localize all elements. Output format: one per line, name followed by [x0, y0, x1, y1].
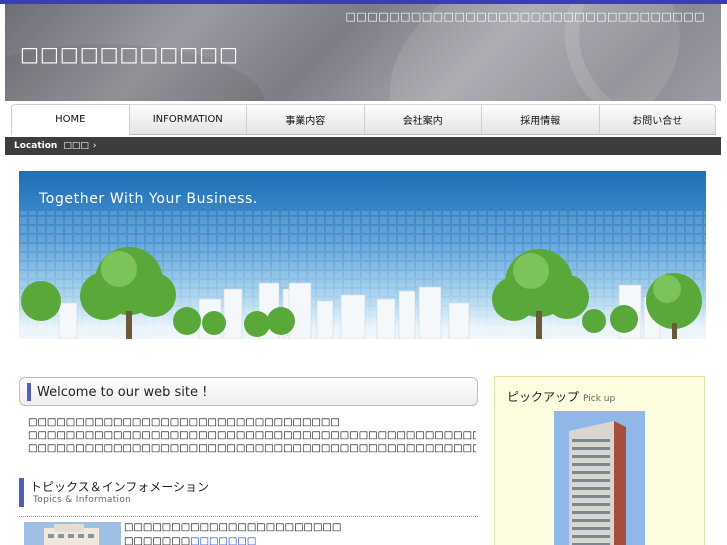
topic-item-label: □□□□□□□: [124, 536, 191, 545]
breadcrumb-label: Location: [14, 141, 58, 151]
pickup-heading: ピックアップ Pick up: [507, 388, 615, 405]
main-nav: HOME INFORMATION 事業内容 会社案内 採用情報 お問い合せ: [11, 104, 716, 135]
site-header: □□□□□□□□□□□□□□□□□□□□□□□□□□□□□□□□□ □□□□□□…: [5, 4, 721, 101]
breadcrumb: Location □□□ ›: [5, 137, 721, 155]
welcome-title: Welcome to our web site !: [37, 385, 208, 400]
heading-accent-bar: [27, 383, 31, 401]
divider: [19, 516, 478, 517]
pickup-title: ピックアップ: [507, 390, 580, 404]
topic-item-text: □□□□□□□□□□□□□□□□□□□□□□□: [124, 522, 342, 533]
intro-line: □□□□□□□□□□□□□□□□□□□□□□□□□□□□□□□□□□□□□□□□…: [28, 430, 476, 441]
heading-accent-bar: [19, 478, 24, 507]
topic-item-row: □□□□□□□□□□□□□□: [124, 536, 256, 545]
intro-text: □□□□□□□□□□□□□□□□□□□□□□□□□□□□□□□□□ □□□□□□…: [28, 416, 476, 455]
pickup-subtitle: Pick up: [583, 394, 616, 404]
hero-banner: Together With Your Business.: [19, 171, 706, 367]
nav-tab-information[interactable]: INFORMATION: [128, 104, 246, 135]
intro-line: □□□□□□□□□□□□□□□□□□□□□□□□□□□□□□□□□: [28, 417, 340, 428]
topics-subtitle: Topics & Information: [33, 495, 132, 505]
site-tagline: □□□□□□□□□□□□□□□□□□□□□□□□□□□□□□□□□: [345, 10, 705, 23]
hero-title: Together With Your Business.: [39, 191, 258, 207]
breadcrumb-current: □□□: [63, 141, 89, 151]
welcome-heading-box: Welcome to our web site !: [19, 377, 478, 406]
chevron-right-icon: ›: [92, 141, 97, 151]
topic-thumbnail[interactable]: [24, 522, 121, 545]
nav-tab-company[interactable]: 会社案内: [363, 104, 481, 135]
nav-tab-business[interactable]: 事業内容: [246, 104, 364, 135]
topic-item-link[interactable]: □□□□□□□: [190, 536, 256, 545]
site-title[interactable]: □□□□□□□□□□□: [20, 42, 239, 66]
intro-line: □□□□□□□□□□□□□□□□□□□□□□□□□□□□□□□□□□□□□□□□…: [28, 443, 476, 454]
pickup-building-image[interactable]: [554, 411, 645, 545]
pickup-panel: ピックアップ Pick up: [494, 376, 705, 545]
topics-title: トピックス＆インフォメーション: [30, 480, 210, 494]
nav-tab-contact[interactable]: お問い合せ: [598, 104, 716, 135]
nav-tab-recruit[interactable]: 採用情報: [481, 104, 599, 135]
nav-tab-home[interactable]: HOME: [11, 104, 129, 135]
